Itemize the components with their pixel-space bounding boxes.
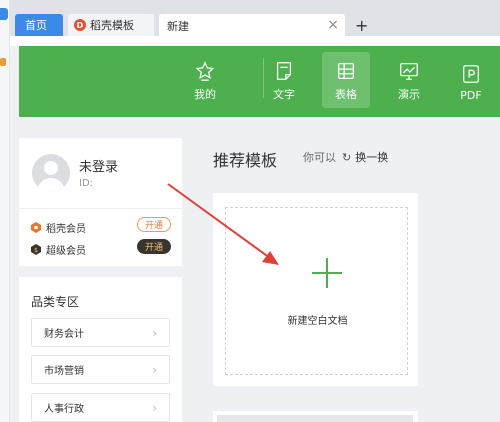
presentation-icon xyxy=(400,63,418,80)
pdf-icon xyxy=(463,65,479,83)
close-icon[interactable]: × xyxy=(327,17,339,33)
template-thumbnail-partial xyxy=(217,415,413,422)
open-super-button[interactable]: 开通 xyxy=(137,239,171,254)
user-id: ID: xyxy=(79,178,94,189)
toolbar-label: PDF xyxy=(460,89,482,102)
svg-text:$: $ xyxy=(34,247,38,254)
open-docer-button[interactable]: 开通 xyxy=(137,217,171,232)
membership-label: 稻壳会员 xyxy=(46,224,86,235)
create-toolbar: 我的 文字 表格 演示 PDF xyxy=(19,46,500,117)
table-icon xyxy=(338,63,354,79)
category-label: 财务会计 xyxy=(44,329,84,340)
tab-label: 首页 xyxy=(25,19,47,32)
user-name[interactable]: 未登录 xyxy=(79,156,118,175)
toolbar-spacer xyxy=(10,36,500,46)
tab-bar: 首页 D 稻壳模板 新建 × + xyxy=(10,0,500,37)
tab-new[interactable]: 新建 × xyxy=(159,14,345,37)
chevron-right-icon: › xyxy=(152,325,157,340)
toolbar-item-spreadsheet[interactable]: 表格 xyxy=(322,52,370,108)
document-icon xyxy=(276,62,292,80)
toolbar-label: 文字 xyxy=(273,88,295,101)
new-blank-card[interactable]: 新建空白文档 xyxy=(213,193,418,386)
app-logo-fragment xyxy=(0,8,8,20)
toolbar-label: 表格 xyxy=(335,88,357,101)
new-blank-label: 新建空白文档 xyxy=(287,316,348,327)
membership-docer: 稻壳会员 xyxy=(31,220,86,235)
divider xyxy=(19,208,182,209)
avatar-head xyxy=(44,161,58,175)
template-card-partial[interactable] xyxy=(213,411,418,422)
toolbar-item-pdf[interactable]: PDF xyxy=(447,52,495,108)
side-marker xyxy=(0,58,6,66)
tab-docer-templates[interactable]: D 稻壳模板 xyxy=(68,14,154,36)
docer-member-icon xyxy=(31,222,41,233)
refresh-icon: ↻ xyxy=(342,150,352,164)
docer-logo-icon: D xyxy=(74,19,86,31)
toolbar-item-mine[interactable]: 我的 xyxy=(181,52,229,108)
category-label: 市场营销 xyxy=(44,366,84,377)
plus-icon xyxy=(312,258,342,288)
avatar[interactable] xyxy=(32,154,70,192)
toolbar-label: 演示 xyxy=(398,88,420,101)
category-title: 品类专区 xyxy=(31,295,80,309)
toolbar-label: 我的 xyxy=(194,88,216,101)
new-blank-dropzone[interactable]: 新建空白文档 xyxy=(225,207,408,375)
category-item-finance[interactable]: 财务会计 › xyxy=(31,318,170,347)
tab-label: 新建 xyxy=(167,19,189,33)
category-label: 人事行政 xyxy=(44,404,84,415)
star-icon xyxy=(195,61,215,81)
recommended-title: 推荐模板 xyxy=(213,151,278,170)
tab-label: 稻壳模板 xyxy=(90,19,134,32)
side-strip xyxy=(0,0,10,422)
super-member-icon: $ xyxy=(31,244,41,255)
refresh-button[interactable]: ↻ 换一换 xyxy=(342,149,388,165)
membership-super: $ 超级会员 xyxy=(31,242,86,257)
avatar-body xyxy=(37,178,65,192)
refresh-label: 换一换 xyxy=(355,151,389,164)
add-tab-button[interactable]: + xyxy=(355,16,368,35)
toolbar-item-writer[interactable]: 文字 xyxy=(260,52,308,108)
membership-label: 超级会员 xyxy=(46,246,86,257)
profile-card: 未登录 ID: 稻壳会员 开通 $ 超级会员 开通 xyxy=(19,138,182,266)
tab-home[interactable]: 首页 xyxy=(15,14,63,36)
category-item-marketing[interactable]: 市场营销 › xyxy=(31,355,170,384)
recommended-hint: 你可以 xyxy=(303,151,336,164)
category-card: 品类专区 财务会计 › 市场营销 › 人事行政 › xyxy=(19,277,182,422)
category-item-hr[interactable]: 人事行政 › xyxy=(31,393,170,422)
chevron-right-icon: › xyxy=(152,400,157,415)
toolbar-item-presentation[interactable]: 演示 xyxy=(385,52,433,108)
chevron-right-icon: › xyxy=(152,362,157,377)
